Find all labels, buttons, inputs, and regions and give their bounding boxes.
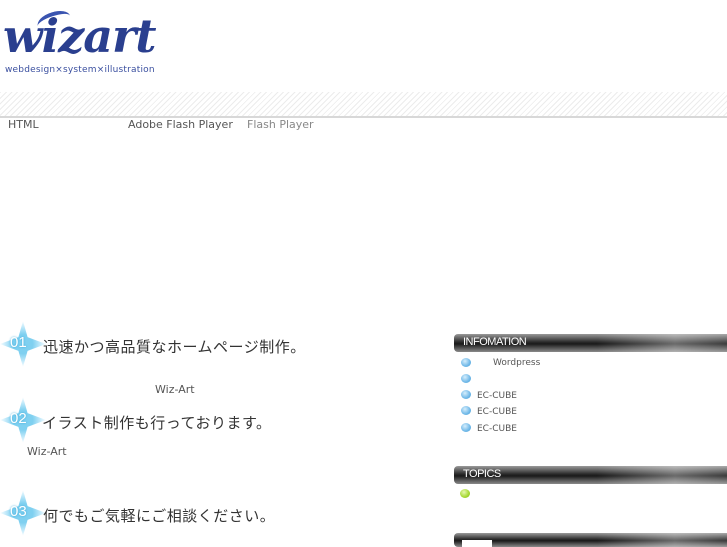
notice-flash-player: Flash Player bbox=[247, 118, 314, 131]
feature-heading-01: 迅速かつ高品質なホームページ制作。 bbox=[43, 338, 306, 356]
header-stripe bbox=[0, 92, 727, 118]
bullet-icon bbox=[461, 423, 471, 432]
feature-text-02: Wiz-Art bbox=[27, 445, 67, 458]
badge-number: 03 bbox=[10, 503, 27, 520]
notice-adobe-flash[interactable]: Adobe Flash Player bbox=[128, 118, 233, 131]
bullet-icon bbox=[461, 374, 471, 383]
topics-title: TOPICS bbox=[463, 468, 501, 480]
info-section-header: INFOMATION bbox=[454, 334, 727, 352]
feature-badge-03: 03 bbox=[0, 490, 46, 536]
info-item-1[interactable]: Wordpress bbox=[493, 358, 540, 368]
feature-heading-02: イラスト制作も行っております。 bbox=[42, 414, 272, 432]
topics-bullet-icon bbox=[460, 489, 470, 498]
info-title: INFOMATION bbox=[463, 336, 527, 348]
feature-badge-02: 02 bbox=[0, 397, 46, 443]
site-logo[interactable]: wizart webdesign×system×illustration bbox=[3, 7, 163, 78]
feature-text-01: Wiz-Art bbox=[155, 383, 195, 396]
header-label-block bbox=[462, 540, 492, 547]
info-item-3[interactable]: EC-CUBE bbox=[477, 391, 517, 401]
info-item-5[interactable]: EC-CUBE bbox=[477, 424, 517, 434]
info-item-4[interactable]: EC-CUBE bbox=[477, 407, 517, 417]
bullet-icon bbox=[461, 390, 471, 399]
bullet-icon bbox=[461, 358, 471, 367]
feature-badge-01: 01 bbox=[0, 321, 46, 367]
badge-number: 02 bbox=[10, 410, 27, 427]
logo-tagline: webdesign×system×illustration bbox=[5, 65, 155, 75]
topics-section-header: TOPICS bbox=[454, 466, 727, 484]
logo-wordmark: wizart bbox=[3, 9, 156, 63]
feature-heading-03: 何でもご気軽にご相談ください。 bbox=[43, 507, 276, 525]
bullet-icon bbox=[461, 406, 471, 415]
notice-html: HTML bbox=[8, 118, 39, 131]
badge-number: 01 bbox=[10, 334, 27, 351]
